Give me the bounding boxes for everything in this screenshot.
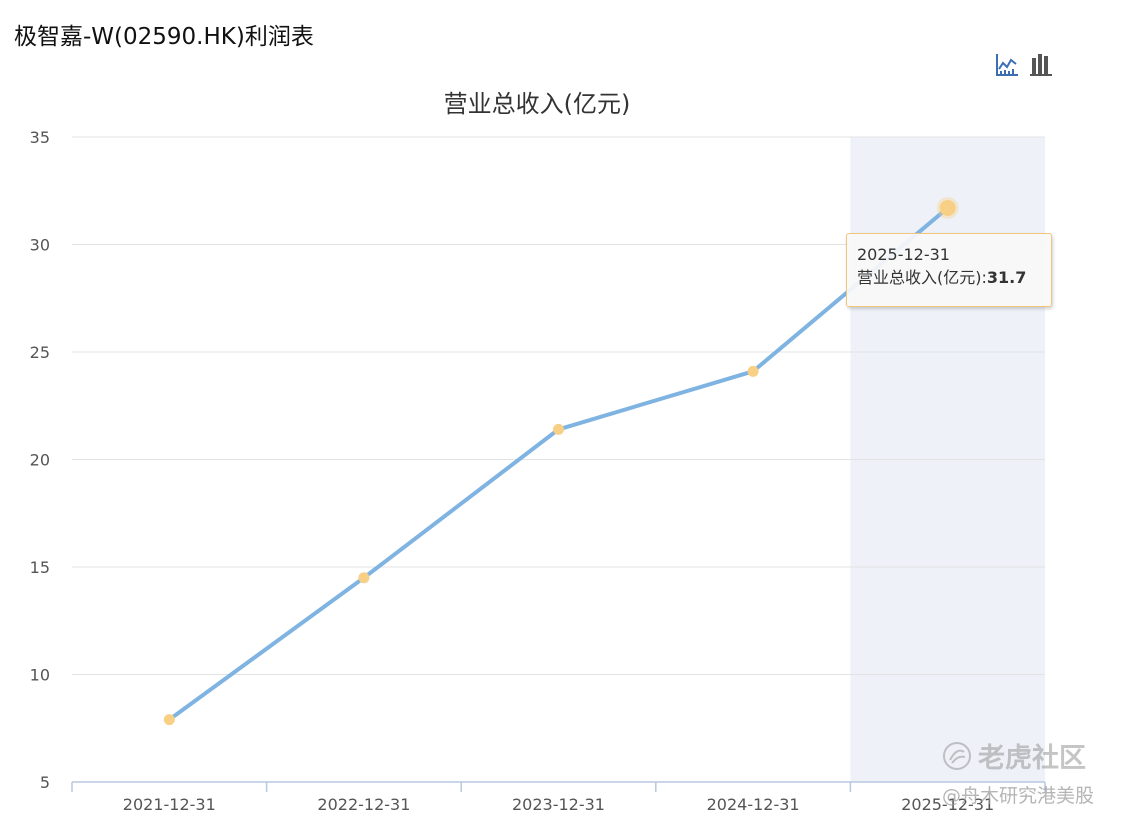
data-point[interactable] (939, 199, 956, 216)
data-point[interactable] (553, 423, 564, 435)
x-axis (71, 781, 1046, 792)
x-tick-label: 2024-12-31 (707, 795, 800, 814)
y-tick-label: 20 (30, 451, 50, 470)
y-tick-label: 10 (30, 666, 50, 685)
y-tick-label: 25 (30, 343, 50, 362)
data-point[interactable] (747, 365, 759, 377)
tooltip-row: 营业总收入(亿元):31.7 (857, 266, 1041, 289)
y-tick-label: 15 (30, 558, 50, 577)
tooltip: 2025-12-31 营业总收入(亿元):31.7 (846, 233, 1052, 307)
x-tick-label: 2021-12-31 (123, 795, 216, 814)
tooltip-value: 31.7 (986, 268, 1027, 287)
y-tick-label: 30 (30, 236, 50, 255)
x-axis-labels: 2021-12-31 2022-12-31 2023-12-31 2024-12-31… (123, 795, 994, 814)
tooltip-label: 营业总收入(亿元): (857, 268, 987, 287)
series-layer (163, 196, 959, 726)
x-tick-label: 2023-12-31 (512, 795, 605, 814)
data-point[interactable] (358, 572, 370, 584)
data-point[interactable] (163, 714, 175, 726)
y-axis-labels: 35 30 25 20 15 10 5 (30, 128, 50, 792)
y-tick-label: 35 (30, 128, 50, 147)
tooltip-date: 2025-12-31 (857, 245, 950, 264)
chart-page: 极智嘉-W(02590.HK)利润表 35 30 25 20 15 10 5 2021-12… (0, 0, 1122, 819)
chart-title: 营业总收入(亿元) (444, 90, 631, 118)
series-line (167, 205, 950, 722)
y-tick-label: 5 (40, 773, 50, 792)
x-tick-label: 2025-12-31 (901, 795, 994, 814)
line-chart: 35 30 25 20 15 10 5 2021-12-31 2022-12-31 2023-1… (30, 90, 1046, 814)
x-tick-label: 2022-12-31 (317, 795, 410, 814)
